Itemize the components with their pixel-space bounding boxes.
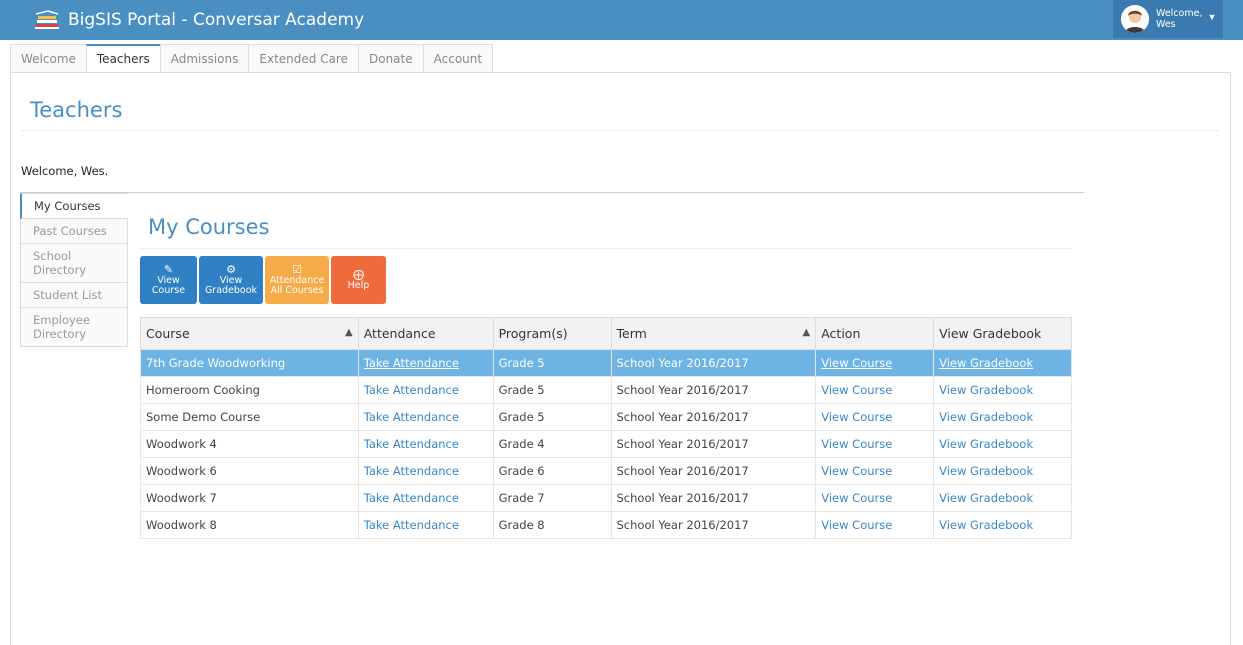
view-course-link[interactable]: View Course bbox=[821, 437, 892, 451]
view-gradebook-link[interactable]: View Gradebook bbox=[939, 518, 1033, 532]
calendar-check-icon: ☑ bbox=[292, 263, 302, 276]
course-cell: Woodwork 7 bbox=[140, 484, 359, 512]
view-gradebook-link[interactable]: View Gradebook bbox=[939, 437, 1033, 451]
user-greeting: Welcome, bbox=[1156, 8, 1203, 19]
view-course-link[interactable]: View Course bbox=[821, 464, 892, 478]
program-cell: Grade 4 bbox=[492, 430, 612, 458]
view-course-link[interactable]: View Course bbox=[821, 518, 892, 532]
lifebuoy-icon: ⨁ bbox=[353, 268, 364, 281]
action-buttons: ✎ View Course ⚙ View Gradebook ☑ Attenda… bbox=[140, 256, 388, 304]
course-cell: Homeroom Cooking bbox=[140, 376, 359, 404]
edit-icon: ✎ bbox=[163, 263, 174, 276]
section-title: My Courses bbox=[148, 215, 270, 239]
column-header-programs: Program(s) bbox=[492, 317, 612, 350]
avatar bbox=[1121, 5, 1149, 33]
caret-down-icon: ▼ bbox=[1207, 12, 1217, 22]
sidenav-item-school-directory[interactable]: School Directory bbox=[20, 244, 128, 283]
attendance-all-courses-button[interactable]: ☑ Attendance All Courses bbox=[265, 256, 329, 304]
column-header-view-gradebook: View Gradebook bbox=[933, 317, 1072, 350]
table-row[interactable]: Woodwork 7 Take Attendance Grade 7 School Y… bbox=[140, 484, 1072, 512]
welcome-divider bbox=[20, 192, 1084, 193]
table-header-row: Course ▲︎ Attendance Program(s) Term ▲︎ Ac… bbox=[140, 317, 1072, 350]
view-gradebook-link[interactable]: View Gradebook bbox=[939, 356, 1033, 370]
sidenav-item-employee-directory[interactable]: Employee Directory bbox=[20, 308, 128, 347]
course-cell: Some Demo Course bbox=[140, 403, 359, 431]
sort-icon: ▲︎ bbox=[345, 327, 353, 338]
sidenav-item-my-courses[interactable]: My Courses bbox=[20, 193, 128, 219]
books-logo-icon bbox=[35, 10, 59, 29]
gear-icon: ⚙ bbox=[226, 263, 236, 276]
term-cell: School Year 2016/2017 bbox=[610, 376, 817, 404]
program-cell: Grade 7 bbox=[492, 484, 612, 512]
take-attendance-link[interactable]: Take Attendance bbox=[364, 464, 459, 478]
table-row[interactable]: Homeroom Cooking Take Attendance Grade 5 Sc… bbox=[140, 376, 1072, 404]
view-course-link[interactable]: View Course bbox=[821, 356, 892, 370]
take-attendance-link[interactable]: Take Attendance bbox=[364, 491, 459, 505]
course-cell: Woodwork 8 bbox=[140, 511, 359, 539]
tab-admissions[interactable]: Admissions bbox=[159, 44, 250, 73]
tab-teachers[interactable]: Teachers bbox=[85, 44, 161, 73]
term-cell: School Year 2016/2017 bbox=[610, 430, 817, 458]
user-name: Wes bbox=[1156, 19, 1176, 30]
view-course-link[interactable]: View Course bbox=[821, 383, 892, 397]
table-row[interactable]: Woodwork 8 Take Attendance Grade 8 School Y… bbox=[140, 511, 1072, 539]
view-gradebook-button[interactable]: ⚙ View Gradebook bbox=[199, 256, 263, 304]
sort-icon: ▲︎ bbox=[802, 327, 811, 338]
page-title: Teachers bbox=[30, 98, 123, 122]
view-gradebook-link[interactable]: View Gradebook bbox=[939, 464, 1033, 478]
course-cell: 7th Grade Woodworking bbox=[140, 349, 359, 377]
tab-extended-care[interactable]: Extended Care bbox=[248, 44, 359, 73]
title-divider bbox=[20, 130, 1220, 131]
take-attendance-link[interactable]: Take Attendance bbox=[364, 518, 459, 532]
user-menu[interactable]: Welcome, Wes ▼ bbox=[1113, 0, 1223, 38]
column-header-term[interactable]: Term ▲︎ bbox=[610, 317, 817, 350]
sidenav-item-student-list[interactable]: Student List bbox=[20, 283, 128, 308]
column-header-attendance: Attendance bbox=[357, 317, 494, 350]
tab-account[interactable]: Account bbox=[422, 44, 494, 73]
tab-donate[interactable]: Donate bbox=[357, 44, 424, 73]
view-gradebook-link[interactable]: View Gradebook bbox=[939, 491, 1033, 505]
program-cell: Grade 5 bbox=[492, 403, 612, 431]
view-course-link[interactable]: View Course bbox=[821, 410, 892, 424]
program-cell: Grade 6 bbox=[492, 457, 612, 485]
tabs-divider bbox=[10, 72, 1231, 73]
course-cell: Woodwork 6 bbox=[140, 457, 359, 485]
section-divider bbox=[140, 248, 1072, 249]
program-cell: Grade 5 bbox=[492, 376, 612, 404]
sidenav-item-past-courses[interactable]: Past Courses bbox=[20, 219, 128, 244]
app-title: BigSIS Portal - Conversar Academy bbox=[68, 10, 365, 30]
view-gradebook-link[interactable]: View Gradebook bbox=[939, 410, 1033, 424]
view-gradebook-link[interactable]: View Gradebook bbox=[939, 383, 1033, 397]
column-header-course[interactable]: Course ▲︎ bbox=[140, 317, 359, 350]
table-row[interactable]: Woodwork 4 Take Attendance Grade 4 School Y… bbox=[140, 430, 1072, 458]
term-cell: School Year 2016/2017 bbox=[610, 403, 817, 431]
user-avatar-icon bbox=[1121, 5, 1149, 33]
brand[interactable]: BigSIS Portal - Conversar Academy bbox=[34, 0, 364, 40]
program-cell: Grade 5 bbox=[492, 349, 612, 377]
table-row[interactable]: Woodwork 6 Take Attendance Grade 6 School Y… bbox=[140, 457, 1072, 485]
term-cell: School Year 2016/2017 bbox=[610, 484, 817, 512]
take-attendance-link[interactable]: Take Attendance bbox=[364, 356, 459, 370]
term-cell: School Year 2016/2017 bbox=[610, 349, 817, 377]
term-cell: School Year 2016/2017 bbox=[610, 511, 817, 539]
program-cell: Grade 8 bbox=[492, 511, 612, 539]
term-cell: School Year 2016/2017 bbox=[610, 457, 817, 485]
course-cell: Woodwork 4 bbox=[140, 430, 359, 458]
view-course-link[interactable]: View Course bbox=[821, 491, 892, 505]
courses-table: Course ▲︎ Attendance Program(s) Term ▲︎ Ac… bbox=[140, 317, 1072, 539]
help-button[interactable]: ⨁ Help bbox=[331, 256, 386, 304]
tab-welcome[interactable]: Welcome bbox=[10, 44, 87, 73]
take-attendance-link[interactable]: Take Attendance bbox=[364, 383, 459, 397]
top-bar: BigSIS Portal - Conversar Academy Welcom… bbox=[0, 0, 1243, 40]
welcome-message: Welcome, Wes. bbox=[21, 164, 109, 178]
main-tabs: Welcome Teachers Admissions Extended Car… bbox=[10, 44, 494, 73]
view-course-button[interactable]: ✎ View Course bbox=[140, 256, 197, 304]
column-header-action: Action bbox=[815, 317, 935, 350]
table-row[interactable]: 7th Grade Woodworking Take Attendance Grad… bbox=[140, 349, 1072, 377]
table-row[interactable]: Some Demo Course Take Attendance Grade 5 Sc… bbox=[140, 403, 1072, 431]
take-attendance-link[interactable]: Take Attendance bbox=[364, 410, 459, 424]
side-nav: My Courses Past Courses School Directory… bbox=[20, 193, 128, 347]
take-attendance-link[interactable]: Take Attendance bbox=[364, 437, 459, 451]
